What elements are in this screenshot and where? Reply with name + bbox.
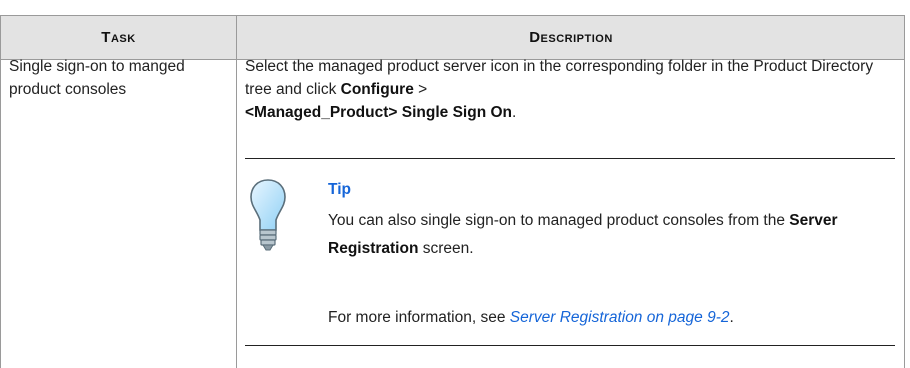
configure-label: Configure — [340, 81, 414, 98]
task-cell: Single sign-on to manged product console… — [9, 58, 185, 98]
header-task: Task — [101, 29, 136, 46]
column-divider — [236, 15, 237, 368]
tip-title: Tip — [328, 181, 351, 198]
header-description: Description — [529, 29, 613, 46]
tip-text-prefix: You can also single sign-on to managed p… — [328, 212, 790, 229]
tip-text: You can also single sign-on to managed p… — [328, 207, 888, 263]
description-suffix: . — [512, 104, 517, 121]
tip-text-suffix: screen. — [418, 240, 474, 257]
tip-rule-bottom — [245, 345, 895, 346]
tip-rule-top — [245, 158, 895, 159]
lightbulb-icon — [250, 179, 286, 251]
description-prefix: Select the managed product server icon i… — [245, 58, 874, 98]
tip-more-prefix: For more information, see — [328, 309, 510, 326]
tip-more-suffix: . — [729, 309, 734, 326]
separator: > — [413, 81, 428, 98]
tip-more-info: For more information, see Server Registr… — [328, 306, 898, 329]
description-cell: Select the managed product server icon i… — [245, 55, 895, 124]
server-registration-link[interactable]: Server Registration on page 9-2 — [510, 309, 730, 326]
table-header: Task Description — [1, 15, 904, 60]
menu-item-label: <Managed_Product> Single Sign On — [245, 104, 512, 121]
